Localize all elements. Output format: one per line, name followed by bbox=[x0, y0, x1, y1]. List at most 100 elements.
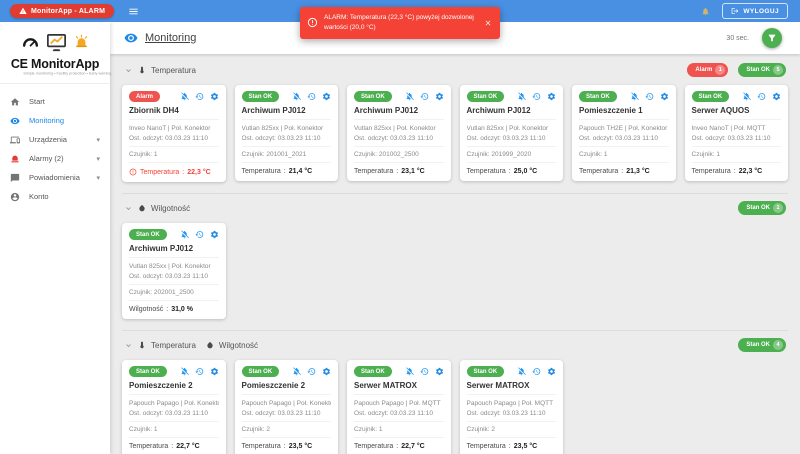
sidebar-nav: StartMonitoringUrządzenia▾Alarmy (2)▾Pow… bbox=[0, 84, 110, 206]
card-sensor: Czujnik: 1 bbox=[692, 146, 782, 162]
bell-off-icon[interactable] bbox=[292, 367, 301, 376]
card-sensor: Czujnik: 202001_2500 bbox=[129, 284, 219, 300]
bell-off-icon[interactable] bbox=[180, 92, 189, 101]
card-sensor: Czujnik: 201999_2020 bbox=[467, 146, 557, 162]
history-icon[interactable] bbox=[645, 92, 654, 101]
monitor-chart-icon bbox=[45, 31, 68, 54]
status-badge: Alarm bbox=[129, 91, 160, 102]
settings-icon[interactable] bbox=[210, 230, 219, 239]
bell-off-icon[interactable] bbox=[630, 92, 639, 101]
reading-row: Temperatura:23,1 °C bbox=[354, 162, 444, 180]
card-title: Archiwum PJ012 bbox=[354, 106, 444, 115]
droplet-icon bbox=[138, 204, 146, 212]
alarm-count-badge: Alarm1 bbox=[687, 63, 728, 77]
bell-off-icon[interactable] bbox=[405, 92, 414, 101]
bell-off-icon[interactable] bbox=[292, 92, 301, 101]
card-title: Pomieszczenie 2 bbox=[129, 381, 219, 390]
brand-name: CE MonitorApp bbox=[4, 57, 106, 71]
status-badge: Stan OK bbox=[242, 91, 280, 102]
sidebar-item-monitoring[interactable]: Monitoring bbox=[0, 111, 110, 130]
history-icon[interactable] bbox=[420, 92, 429, 101]
reading-row: Temperatura:22,3 °C bbox=[692, 162, 782, 180]
warning-icon bbox=[19, 7, 27, 15]
history-icon[interactable] bbox=[757, 92, 766, 101]
settings-icon[interactable] bbox=[660, 92, 669, 101]
sensor-card: Stan OKPomieszczenie 1Papouch TH2E | Poł… bbox=[572, 85, 676, 181]
sidebar-item-start[interactable]: Start bbox=[0, 92, 110, 111]
bell-off-icon[interactable] bbox=[405, 367, 414, 376]
card-device: Papouch Papago | Poł. Konektor bbox=[242, 398, 332, 408]
settings-icon[interactable] bbox=[435, 367, 444, 376]
section-header[interactable]: TemperaturaAlarm1Stan OK5 bbox=[122, 56, 788, 83]
app-alarm-pill[interactable]: MonitorApp - ALARM bbox=[10, 4, 114, 18]
history-icon[interactable] bbox=[195, 367, 204, 376]
settings-icon[interactable] bbox=[210, 92, 219, 101]
status-badge: Stan OK bbox=[354, 366, 392, 377]
alarm-icon bbox=[10, 154, 20, 164]
card-title: Archiwum PJ012 bbox=[129, 244, 219, 253]
card-device: Papouch TH2E | Poł. Konektor bbox=[579, 123, 669, 133]
ok-count-badge: Stan OK1 bbox=[738, 201, 786, 215]
card-last-read: Ost. odczyt: 03.03.23 11:10 bbox=[242, 408, 332, 418]
sidebar-item-urzadzenia[interactable]: Urządzenia▾ bbox=[0, 130, 110, 149]
sidebar-item-konto[interactable]: Konto bbox=[0, 187, 110, 206]
status-badge: Stan OK bbox=[129, 229, 167, 240]
menu-icon[interactable] bbox=[128, 6, 139, 17]
settings-icon[interactable] bbox=[547, 367, 556, 376]
settings-icon[interactable] bbox=[322, 92, 331, 101]
history-icon[interactable] bbox=[532, 92, 541, 101]
brand-tagline: Simple monitoring • Facility protection … bbox=[23, 72, 86, 76]
settings-icon[interactable] bbox=[435, 92, 444, 101]
droplet-icon bbox=[206, 341, 214, 349]
card-device: Vutlan 825xx | Poł. Konektor bbox=[467, 123, 557, 133]
chevron-down-icon: ▾ bbox=[96, 136, 100, 144]
close-icon[interactable] bbox=[483, 18, 493, 28]
card-device: Vutlan 825xx | Poł. Konektor bbox=[354, 123, 444, 133]
sidebar-item-powiadomienia[interactable]: Powiadomienia▾ bbox=[0, 168, 110, 187]
sidebar-item-label: Alarmy (2) bbox=[29, 154, 64, 163]
filter-button[interactable] bbox=[762, 28, 782, 48]
sidebar-item-alarmy[interactable]: Alarmy (2)▾ bbox=[0, 149, 110, 168]
bell-off-icon[interactable] bbox=[517, 92, 526, 101]
app-logo: CE MonitorApp Simple monitoring • Facili… bbox=[0, 22, 110, 84]
settings-icon[interactable] bbox=[547, 92, 556, 101]
card-last-read: Ost. odczyt: 03.03.23 11:10 bbox=[467, 133, 557, 143]
thermometer-icon bbox=[138, 66, 146, 74]
status-badge: Stan OK bbox=[129, 366, 167, 377]
reading-row: Temperatura:22,3 °C bbox=[129, 162, 219, 181]
ok-count-badge: Stan OK4 bbox=[738, 338, 786, 352]
bell-off-icon[interactable] bbox=[742, 92, 751, 101]
settings-icon[interactable] bbox=[772, 92, 781, 101]
card-last-read: Ost. odczyt: 03.03.23 11:10 bbox=[467, 408, 557, 418]
bell-icon[interactable] bbox=[701, 7, 710, 16]
settings-icon[interactable] bbox=[322, 367, 331, 376]
card-device: Papouch Papago | Poł. MQTT bbox=[354, 398, 444, 408]
history-icon[interactable] bbox=[195, 92, 204, 101]
status-badge: Stan OK bbox=[242, 366, 280, 377]
devices-icon bbox=[10, 135, 20, 145]
history-icon[interactable] bbox=[532, 367, 541, 376]
section-header[interactable]: TemperaturaWilgotnośćStan OK4 bbox=[122, 331, 788, 358]
history-icon[interactable] bbox=[195, 230, 204, 239]
status-badge: Stan OK bbox=[467, 91, 505, 102]
thermometer-icon bbox=[138, 341, 146, 349]
siren-icon bbox=[73, 34, 90, 51]
status-badge: Stan OK bbox=[692, 91, 730, 102]
card-device: Vutlan 825xx | Poł. Konektor bbox=[129, 261, 219, 271]
logout-button[interactable]: WYLOGUJ bbox=[722, 3, 788, 19]
sensor-card: Stan OKArchiwum PJ012Vutlan 825xx | Poł.… bbox=[460, 85, 564, 181]
card-title: Serwer AQUOS bbox=[692, 106, 782, 115]
settings-icon[interactable] bbox=[210, 367, 219, 376]
refresh-interval-label: 30 sec. bbox=[726, 35, 749, 42]
history-icon[interactable] bbox=[307, 92, 316, 101]
card-device: Inveo NanoT | Poł. MQTT bbox=[692, 123, 782, 133]
history-icon[interactable] bbox=[420, 367, 429, 376]
bell-off-icon[interactable] bbox=[180, 367, 189, 376]
card-last-read: Ost. odczyt: 03.03.23 11:10 bbox=[129, 271, 219, 281]
section-header[interactable]: WilgotnośćStan OK1 bbox=[122, 194, 788, 221]
home-icon bbox=[10, 97, 20, 107]
history-icon[interactable] bbox=[307, 367, 316, 376]
bell-off-icon[interactable] bbox=[517, 367, 526, 376]
bell-off-icon[interactable] bbox=[180, 230, 189, 239]
card-last-read: Ost. odczyt: 03.03.23 11:10 bbox=[354, 408, 444, 418]
